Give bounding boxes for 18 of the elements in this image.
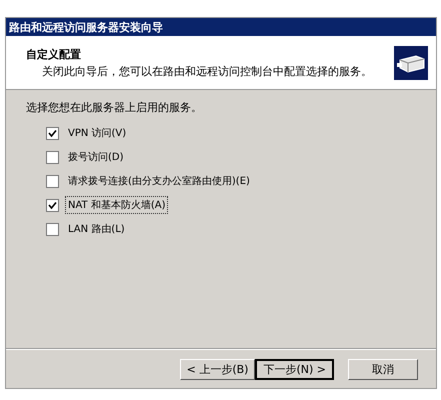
service-checkbox[interactable]: NAT 和基本防火墙(A) [46, 193, 416, 217]
checkbox[interactable] [46, 198, 59, 212]
page-title: 自定义配置 [26, 46, 82, 62]
network-device-icon [394, 46, 428, 80]
wizard-button[interactable]: < 上一步(B) [180, 358, 256, 380]
checkbox[interactable] [46, 150, 59, 164]
instruction-text: 选择您想在此服务器上启用的服务。 [26, 100, 203, 115]
service-checkbox[interactable]: 请求拨号连接(由分支办公室路由使用)(E) [46, 169, 416, 193]
service-checkbox[interactable]: 拨号访问(D) [46, 145, 416, 169]
wizard-button[interactable]: 取消 [348, 358, 418, 380]
wizard-button[interactable]: 下一步(N) > [255, 358, 334, 380]
service-checkbox[interactable]: VPN 访问(V) [46, 121, 416, 145]
checkbox[interactable] [46, 222, 59, 236]
checkbox[interactable] [46, 174, 59, 188]
checkbox[interactable] [46, 126, 59, 140]
service-checkbox[interactable]: LAN 路由(L) [46, 217, 416, 241]
page-subtitle: 关闭此向导后，您可以在路由和远程访问控制台中配置选择的服务。 [41, 64, 372, 78]
window-title: 路由和远程访问服务器安装向导 [6, 18, 436, 36]
